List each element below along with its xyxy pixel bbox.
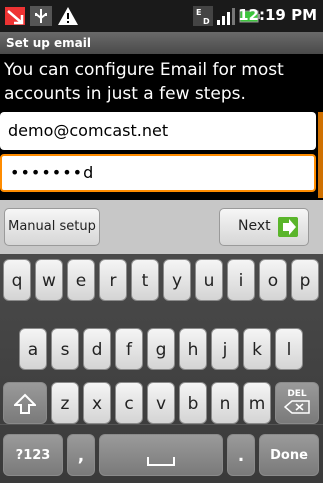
shift-icon [12, 393, 38, 414]
email-field[interactable]: demo@comcast.net [0, 112, 316, 150]
key-e[interactable]: e [67, 259, 95, 301]
status-time: 12:19 PM [238, 6, 317, 24]
missed-call-icon [5, 7, 25, 25]
key-m[interactable]: m [243, 382, 271, 424]
key-v[interactable]: v [147, 382, 175, 424]
eu-network-icon: E D [193, 6, 213, 26]
button-bar: Manual setup Next [0, 200, 323, 254]
done-key[interactable]: Done [259, 434, 319, 476]
period-key[interactable]: . [227, 434, 255, 476]
space-bar-icon [147, 457, 175, 466]
key-u[interactable]: u [195, 259, 223, 301]
key-q[interactable]: q [3, 259, 31, 301]
backspace-icon [283, 400, 310, 414]
usb-debug-icon [30, 6, 52, 26]
delete-key[interactable]: DEL [275, 382, 319, 424]
soft-keyboard: q w e r t y u i o p a s d f g h j k l z … [0, 254, 323, 483]
password-value: •••••••d [10, 163, 95, 182]
key-a[interactable]: a [19, 328, 47, 370]
symbols-key[interactable]: ?123 [3, 434, 63, 476]
delete-key-label: DEL [287, 389, 307, 399]
svg-text:D: D [203, 17, 210, 26]
scroll-indicator [318, 112, 323, 198]
keyboard-divider [0, 424, 323, 425]
password-field[interactable]: •••••••d [0, 154, 316, 192]
key-z[interactable]: z [51, 382, 79, 424]
svg-text:E: E [196, 8, 201, 17]
key-h[interactable]: h [179, 328, 207, 370]
key-w[interactable]: w [35, 259, 63, 301]
key-l[interactable]: l [275, 328, 303, 370]
key-d[interactable]: d [83, 328, 111, 370]
intro-text: You can configure Email for most account… [4, 60, 284, 104]
key-b[interactable]: b [179, 382, 207, 424]
manual-setup-button[interactable]: Manual setup [4, 208, 100, 246]
key-y[interactable]: y [163, 259, 191, 301]
key-x[interactable]: x [83, 382, 111, 424]
next-button-label: Next [238, 218, 271, 234]
key-s[interactable]: s [51, 328, 79, 370]
key-g[interactable]: g [147, 328, 175, 370]
signal-icon [217, 8, 235, 25]
shift-key[interactable] [3, 382, 47, 424]
key-n[interactable]: n [211, 382, 239, 424]
key-t[interactable]: t [131, 259, 159, 301]
space-key[interactable] [99, 434, 223, 476]
next-button[interactable]: Next [219, 208, 309, 246]
key-j[interactable]: j [211, 328, 239, 370]
window-title: Set up email [0, 32, 323, 54]
key-f[interactable]: f [115, 328, 143, 370]
key-o[interactable]: o [259, 259, 287, 301]
status-bar: E D 12:19 PM [0, 0, 323, 32]
warning-icon [58, 7, 78, 25]
key-k[interactable]: k [243, 328, 271, 370]
comma-key[interactable]: , [67, 434, 95, 476]
key-c[interactable]: c [115, 382, 143, 424]
key-p[interactable]: p [291, 259, 319, 301]
arrow-right-icon [278, 217, 298, 237]
key-r[interactable]: r [99, 259, 127, 301]
key-i[interactable]: i [227, 259, 255, 301]
